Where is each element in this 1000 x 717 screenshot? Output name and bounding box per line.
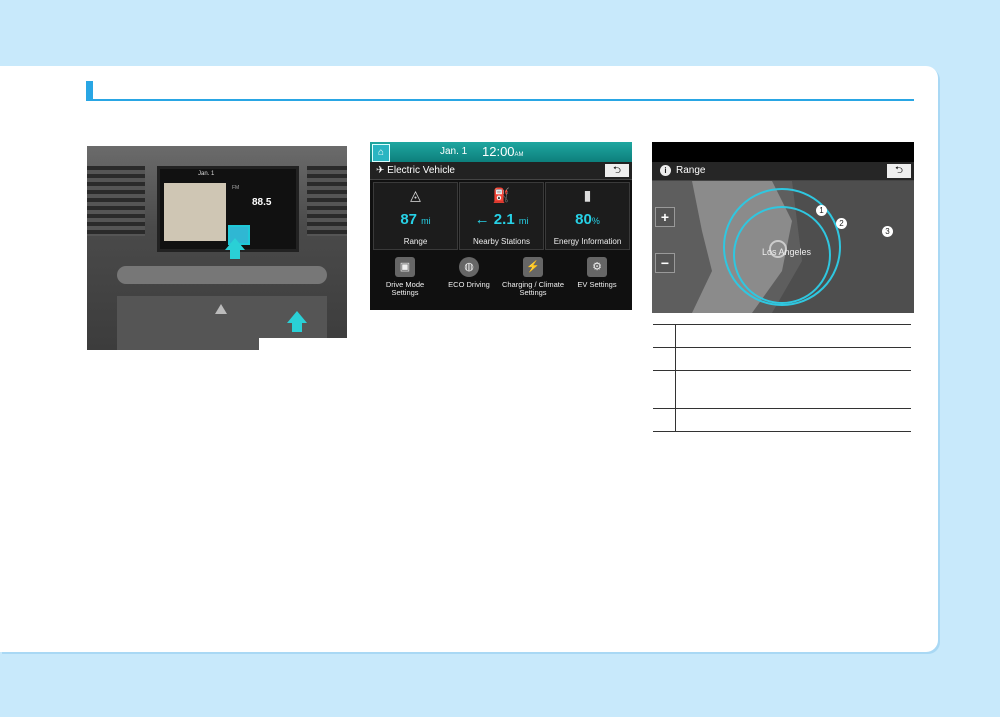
charging-icon: ⚡ [523, 257, 543, 277]
legend-table [653, 324, 911, 432]
charging-station-icon: ⛽ [492, 187, 511, 203]
back-button[interactable]: ⮌ [887, 164, 911, 178]
section-tab-marker [86, 81, 93, 101]
drive-mode-icon: ▣ [395, 257, 415, 277]
globe-icon: ◍ [459, 257, 479, 277]
charging-climate-settings-button[interactable]: ⚡ Charging / Climate Settings [501, 255, 565, 307]
screen-title: ✈ Electric Vehicle [376, 165, 455, 176]
air-vent-right [307, 166, 347, 236]
status-bar: ⌂ Jan. 1 12:00AM [370, 142, 632, 162]
section-header-bar [86, 81, 914, 101]
range-screen: i Range ⮌ + − Los Angeles 1 2 3 [652, 142, 914, 313]
row-number [653, 348, 676, 370]
eco-driving-button[interactable]: ◍ ECO Driving [437, 255, 501, 307]
nearby-stations-tile[interactable]: ⛽ ← 2.1 mi Nearby Stations [459, 182, 544, 250]
row-number [653, 371, 676, 408]
status-time: 12:00AM [482, 144, 524, 159]
tile-label: Range [403, 237, 428, 246]
section-rule [86, 99, 914, 101]
city-label: Los Angeles [762, 247, 812, 257]
map-thumbnail [164, 183, 226, 241]
home-icon[interactable]: ⌂ [372, 144, 390, 162]
arrow-stem [230, 249, 240, 259]
radio-band: FM [232, 185, 240, 191]
title-bar: i Range ⮌ [652, 162, 914, 181]
tile-label: Energy Information [553, 237, 622, 246]
status-date: Jan. 1 [440, 146, 468, 157]
battery-icon: ▮ [583, 187, 592, 203]
row-number [653, 409, 676, 431]
table-row [653, 348, 911, 371]
title-bar: ✈ Electric Vehicle ⮌ [370, 162, 632, 180]
back-button[interactable]: ⮌ [605, 164, 629, 177]
table-row [653, 371, 911, 409]
photo-label-area [259, 338, 347, 350]
radio-frequency: 88.5 [252, 197, 272, 208]
marker-1: 1 [816, 205, 827, 216]
hazard-icon [215, 304, 227, 314]
air-vent-left [87, 166, 145, 236]
marker-3: 3 [882, 226, 893, 237]
dashboard-photo: Jan. 1 FM 88.5 [87, 146, 347, 350]
ev-settings-button[interactable]: ⚙ EV Settings [565, 255, 629, 307]
energy-information-tile[interactable]: ▮ 80% Energy Information [545, 182, 630, 250]
drive-mode-settings-button[interactable]: ▣ Drive Mode Settings [373, 255, 437, 307]
head-unit-date: Jan. 1 [198, 171, 215, 177]
gear-icon: ⚙ [587, 257, 607, 277]
map-scale [656, 229, 674, 249]
info-icon: i [660, 165, 671, 176]
electric-vehicle-screen: ⌂ Jan. 1 12:00AM ✈ Electric Vehicle ⮌ ◬ … [370, 142, 632, 310]
table-row [653, 409, 911, 432]
row-number [653, 325, 676, 347]
status-bar [652, 142, 914, 162]
zoom-out-button[interactable]: − [655, 253, 675, 273]
screen-title: Range [676, 165, 706, 176]
navigation-icon: ◬ [410, 187, 421, 203]
tile-label: Nearby Stations [473, 237, 530, 246]
range-map[interactable]: + − Los Angeles 1 2 3 [652, 181, 914, 313]
table-row [653, 324, 911, 348]
range-tile[interactable]: ◬ 87 mi Range [373, 182, 458, 250]
arrow-stem [292, 322, 302, 332]
zoom-in-button[interactable]: + [655, 207, 675, 227]
control-strip [117, 266, 327, 284]
marker-2: 2 [836, 218, 847, 229]
